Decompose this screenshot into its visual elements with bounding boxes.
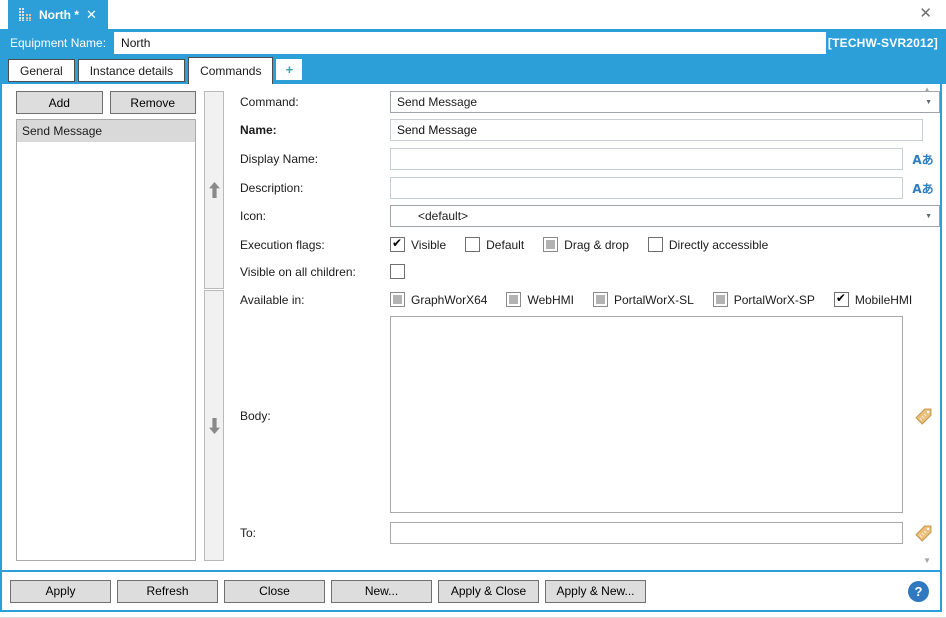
move-up-button[interactable] bbox=[204, 91, 224, 289]
main-panel: ▲ ▼ Add Remove Send Message bbox=[0, 84, 942, 612]
add-button[interactable]: Add bbox=[16, 91, 103, 114]
checkbox-drag-drop[interactable]: Drag & drop bbox=[543, 237, 629, 252]
document-tab-north[interactable]: North * ✕ bbox=[8, 0, 108, 29]
close-button[interactable]: Close bbox=[224, 580, 325, 603]
checkbox-visible-on-all-children[interactable] bbox=[390, 264, 411, 279]
tab-general[interactable]: General bbox=[8, 59, 75, 82]
tab-instance-details[interactable]: Instance details bbox=[78, 59, 185, 82]
checkbox-portalworx-sp[interactable]: PortalWorX-SP bbox=[713, 292, 815, 307]
checkbox-icon bbox=[593, 292, 608, 307]
body-label: Body: bbox=[240, 409, 390, 423]
description-label: Description: bbox=[240, 181, 390, 195]
command-label: Command: bbox=[240, 95, 390, 109]
document-tab-close-icon[interactable]: ✕ bbox=[86, 7, 97, 23]
display-name-label: Display Name: bbox=[240, 152, 390, 166]
execution-flags-label: Execution flags: bbox=[240, 238, 390, 252]
arrow-up-icon bbox=[209, 182, 220, 198]
tag-icon[interactable] bbox=[915, 525, 932, 542]
help-button[interactable]: ? bbox=[908, 581, 929, 602]
localize-icon[interactable]: Aあ bbox=[912, 151, 933, 168]
equipment-name-input[interactable] bbox=[114, 32, 826, 54]
checkbox-webhmi[interactable]: WebHMI bbox=[506, 292, 573, 307]
server-name-badge: [TECHW-SVR2012] bbox=[828, 36, 938, 50]
tag-icon[interactable] bbox=[915, 408, 932, 425]
body-textarea[interactable] bbox=[390, 316, 903, 513]
checkbox-directly-accessible[interactable]: Directly accessible bbox=[648, 237, 768, 252]
remove-button[interactable]: Remove bbox=[110, 91, 197, 114]
new-button[interactable]: New... bbox=[331, 580, 432, 603]
command-list-panel: Add Remove Send Message bbox=[16, 91, 196, 570]
available-in-group: GraphWorX64 WebHMI PortalWorX-SL Po bbox=[390, 292, 912, 307]
equipment-name-label: Equipment Name: bbox=[10, 36, 106, 50]
icon-label: Icon: bbox=[240, 209, 390, 223]
checkbox-icon bbox=[390, 292, 405, 307]
name-input[interactable] bbox=[390, 119, 923, 141]
checkbox-portalworx-sl[interactable]: PortalWorX-SL bbox=[593, 292, 694, 307]
arrow-down-icon bbox=[209, 418, 220, 434]
command-form: Command: Send Message ▼ Name: Display Na… bbox=[240, 91, 940, 570]
document-tab-label: North * bbox=[39, 8, 79, 22]
icon-dropdown[interactable]: <default> ▼ bbox=[390, 205, 940, 227]
document-tab-strip: North * ✕ ✕ bbox=[0, 0, 946, 29]
move-down-button[interactable] bbox=[204, 290, 224, 561]
checkbox-icon bbox=[834, 292, 849, 307]
commands-content: ▲ ▼ Add Remove Send Message bbox=[2, 84, 940, 570]
execution-flags-group: Visible Default Drag & drop Directl bbox=[390, 237, 768, 252]
name-label: Name: bbox=[240, 123, 390, 137]
checkbox-icon bbox=[648, 237, 663, 252]
checkbox-visible[interactable]: Visible bbox=[390, 237, 446, 252]
checkbox-icon bbox=[543, 237, 558, 252]
command-dropdown[interactable]: Send Message ▼ bbox=[390, 91, 940, 113]
reorder-arrows bbox=[204, 91, 224, 561]
window-close-icon[interactable]: ✕ bbox=[919, 6, 932, 21]
visible-on-all-children-label: Visible on all children: bbox=[240, 265, 390, 279]
list-item-send-message[interactable]: Send Message bbox=[17, 120, 195, 142]
chevron-down-icon: ▼ bbox=[925, 99, 932, 106]
display-name-input[interactable] bbox=[390, 148, 903, 170]
equipment-dialog-window: North * ✕ ✕ Equipment Name: [TECHW-SVR20… bbox=[0, 0, 946, 618]
checkbox-icon bbox=[713, 292, 728, 307]
tab-commands[interactable]: Commands bbox=[188, 57, 273, 84]
checkbox-mobilehmi[interactable]: MobileHMI bbox=[834, 292, 912, 307]
equipment-header: Equipment Name: [TECHW-SVR2012] bbox=[0, 29, 946, 57]
command-list: Send Message bbox=[16, 119, 196, 561]
apply-button[interactable]: Apply bbox=[10, 580, 111, 603]
to-input[interactable] bbox=[390, 522, 903, 544]
plus-icon: + bbox=[286, 62, 294, 77]
checkbox-default[interactable]: Default bbox=[465, 237, 524, 252]
scroll-down-icon[interactable]: ▼ bbox=[923, 556, 931, 565]
equipment-icon bbox=[19, 8, 32, 21]
chevron-down-icon: ▼ bbox=[925, 213, 932, 220]
checkbox-icon bbox=[506, 292, 521, 307]
apply-and-close-button[interactable]: Apply & Close bbox=[438, 580, 539, 603]
footer-bar: Apply Refresh Close New... Apply & Close… bbox=[2, 570, 940, 610]
apply-and-new-button[interactable]: Apply & New... bbox=[545, 580, 646, 603]
checkbox-icon bbox=[465, 237, 480, 252]
tab-add-button[interactable]: + bbox=[276, 59, 302, 80]
refresh-button[interactable]: Refresh bbox=[117, 580, 218, 603]
checkbox-icon bbox=[390, 264, 405, 279]
checkbox-graphworx64[interactable]: GraphWorX64 bbox=[390, 292, 487, 307]
to-label: To: bbox=[240, 526, 390, 540]
available-in-label: Available in: bbox=[240, 293, 390, 307]
checkbox-icon bbox=[390, 237, 405, 252]
section-tabstrip: General Instance details Commands + bbox=[0, 57, 946, 84]
localize-icon[interactable]: Aあ bbox=[912, 180, 933, 197]
description-input[interactable] bbox=[390, 177, 903, 199]
